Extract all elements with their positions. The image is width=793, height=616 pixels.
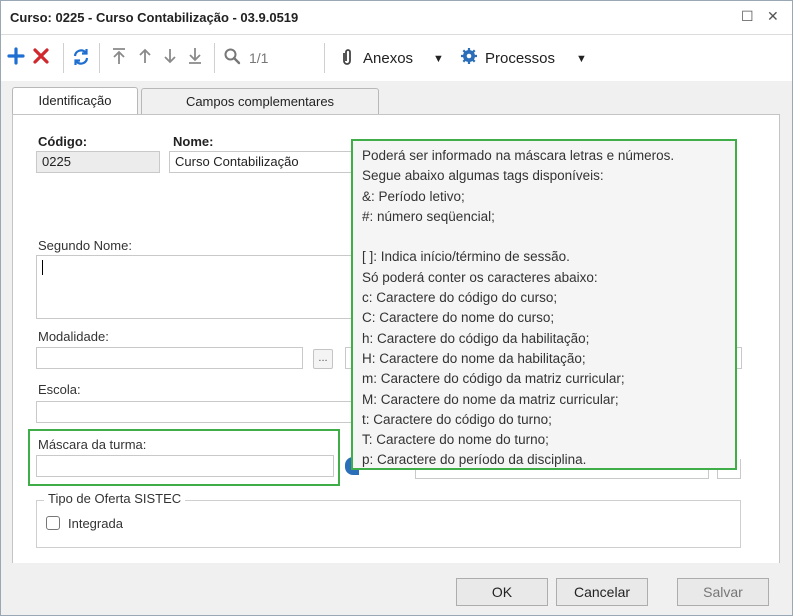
mascara-label: Máscara da turma: <box>38 437 147 452</box>
tooltip-line: H: Caractere do nome da habilitação; <box>362 350 586 366</box>
integrada-label: Integrada <box>68 516 123 531</box>
nome-label: Nome: <box>173 134 214 149</box>
chevron-down-icon[interactable]: ▼ <box>576 49 587 69</box>
text-cursor <box>42 260 43 275</box>
codigo-field[interactable]: 0225 <box>36 151 160 173</box>
delete-icon[interactable] <box>32 47 50 69</box>
tab-bar: Identificação Campos complementares <box>1 81 792 116</box>
segundo-nome-label: Segundo Nome: <box>38 238 132 253</box>
tooltip-line: Poderá ser informado na máscara letras e… <box>362 148 675 163</box>
codigo-label: Código: <box>38 134 88 149</box>
last-record-icon[interactable] <box>187 47 203 69</box>
integrada-checkbox[interactable] <box>46 516 60 530</box>
dialog-window: Curso: 0225 - Curso Contabilização - 03.… <box>0 0 793 616</box>
tooltip-line <box>362 227 726 247</box>
toolbar: 1/1 Anexos ▼ Processos ▼ <box>1 35 792 81</box>
tooltip-line: c: Caractere do código do curso; <box>362 290 558 306</box>
tooltip-line: T: Caractere do nome do turno; <box>362 432 549 448</box>
toolbar-separator <box>214 43 215 73</box>
tooltip-line: #: número seqüencial; <box>362 208 495 224</box>
page-indicator: 1/1 <box>249 50 269 66</box>
previous-record-icon[interactable] <box>137 47 153 69</box>
tooltip-line: M: Caractere do nome da matriz curricula… <box>362 391 619 407</box>
modalidade-field[interactable] <box>36 347 303 369</box>
save-button[interactable]: Salvar <box>677 578 769 606</box>
title-bar: Curso: 0225 - Curso Contabilização - 03.… <box>1 1 792 35</box>
modalidade-label: Modalidade: <box>38 329 109 344</box>
processos-menu[interactable]: Processos <box>485 50 555 67</box>
refresh-icon[interactable] <box>71 47 91 71</box>
first-record-icon[interactable] <box>111 47 127 69</box>
dialog-footer: OK Cancelar Salvar <box>1 563 792 615</box>
paperclip-icon[interactable] <box>340 47 354 71</box>
tab-campos-complementares[interactable]: Campos complementares <box>141 88 379 115</box>
tipo-oferta-label: Tipo de Oferta SISTEC <box>44 491 186 506</box>
escola-field[interactable] <box>36 401 356 423</box>
anexos-menu[interactable]: Anexos <box>363 50 413 67</box>
search-icon[interactable] <box>223 47 241 69</box>
close-button[interactable]: ✕ <box>767 8 779 25</box>
chevron-down-icon[interactable]: ▼ <box>433 49 444 69</box>
gear-icon[interactable] <box>460 47 478 69</box>
tooltip-line: C: Caractere do nome do curso; <box>362 310 555 326</box>
ok-button[interactable]: OK <box>456 578 548 606</box>
next-record-icon[interactable] <box>162 47 178 69</box>
add-icon[interactable] <box>7 47 25 69</box>
escola-label: Escola: <box>38 382 81 397</box>
segundo-nome-field[interactable] <box>36 255 356 319</box>
cancel-button[interactable]: Cancelar <box>556 578 648 606</box>
toolbar-separator <box>63 43 64 73</box>
tooltip-line: [ ]: Indica início/término de sessão. <box>362 249 570 265</box>
tooltip-line: p: Caractere do período da disciplina. <box>362 452 587 468</box>
mascara-field[interactable] <box>36 455 334 477</box>
modalidade-lookup-button[interactable]: ... <box>313 349 333 369</box>
tab-identificacao[interactable]: Identificação <box>12 87 138 116</box>
toolbar-separator <box>324 43 325 73</box>
tooltip-line: &: Período letivo; <box>362 188 465 204</box>
restore-button[interactable]: ☐ <box>741 8 754 25</box>
window-title: Curso: 0225 - Curso Contabilização - 03.… <box>10 10 299 25</box>
mascara-tooltip: Poderá ser informado na máscara letras e… <box>351 139 737 470</box>
nome-field[interactable]: Curso Contabilização <box>169 151 359 173</box>
toolbar-separator <box>99 43 100 73</box>
tooltip-line: m: Caractere do código da matriz curricu… <box>362 371 625 387</box>
tooltip-line: Só poderá conter os caracteres abaixo: <box>362 269 598 285</box>
tipo-oferta-group <box>36 500 741 548</box>
tooltip-line: Segue abaixo algumas tags disponíveis: <box>362 168 604 184</box>
tooltip-line: h: Caractere do código da habilitação; <box>362 330 590 346</box>
tooltip-line: t: Caractere do código do turno; <box>362 411 552 427</box>
